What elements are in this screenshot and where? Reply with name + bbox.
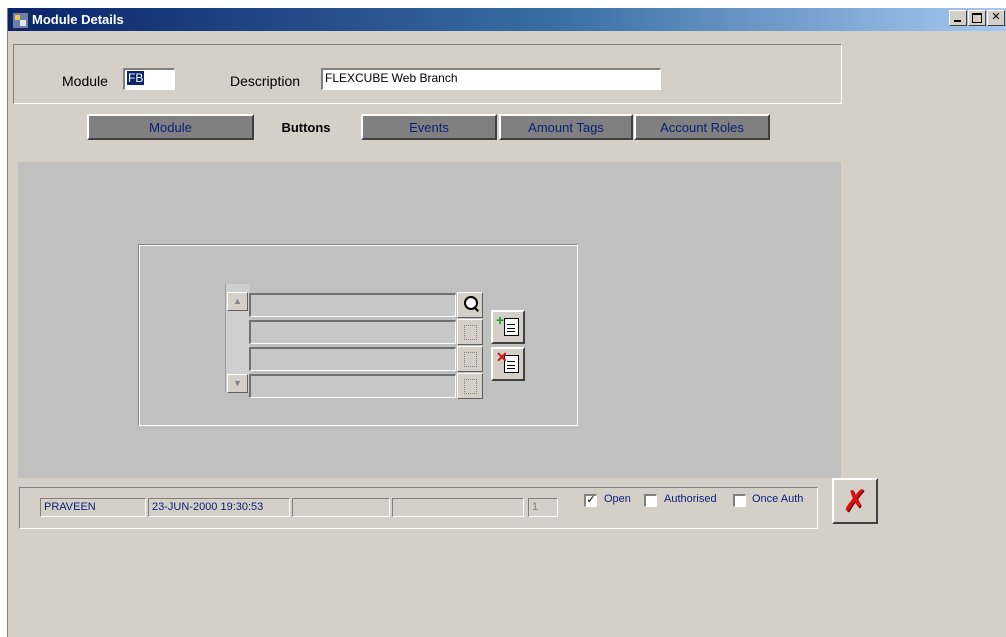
document-icon [504,318,519,336]
lov-placeholder-icon [464,379,477,394]
authorised-label: Authorised [664,493,717,505]
tab-module[interactable]: Module [87,114,254,140]
app-icon [12,12,29,29]
open-checkbox[interactable]: ✓ [584,494,597,507]
checker-id-field [292,498,390,517]
add-row-button[interactable]: + [491,310,525,344]
lov-button[interactable] [457,346,483,372]
authorised-checkbox[interactable] [644,494,657,507]
exit-button[interactable]: ✗ [832,478,878,524]
grid-row-field[interactable] [249,320,456,344]
maximize-button[interactable] [968,10,986,26]
module-label: Module [62,73,108,89]
scroll-down-button[interactable]: ▼ [227,374,248,393]
lov-search-button[interactable] [457,292,483,318]
minimize-icon [954,20,961,22]
maximize-icon [972,13,982,23]
grid-row-field[interactable] [249,347,456,371]
tab-buttons[interactable]: Buttons [254,114,358,140]
module-value: FB [127,71,145,85]
checker-timestamp-field [392,498,524,517]
window-title: Module Details [32,12,124,27]
lov-placeholder-icon [464,352,477,367]
add-icon: + [496,312,505,328]
minimize-button[interactable] [949,10,967,26]
modification-number-field: 1 [528,498,558,517]
lov-button[interactable] [457,319,483,345]
module-field[interactable]: FB [123,68,175,90]
lov-button[interactable] [457,373,483,399]
tab-account-roles[interactable]: Account Roles [634,114,770,140]
grid-row-field[interactable] [249,374,456,398]
delete-row-button[interactable]: ✕ [491,347,525,381]
once-auth-label: Once Auth [752,493,804,505]
tab-amount-tags[interactable]: Amount Tags [499,114,633,140]
description-field[interactable]: FLEXCUBE Web Branch [321,68,661,90]
open-label: Open [604,493,631,505]
maker-id-field: PRAVEEN [40,498,146,517]
tab-events[interactable]: Events [361,114,497,140]
once-auth-checkbox[interactable] [733,494,746,507]
delete-icon: ✕ [496,349,508,365]
close-icon: ✕ [991,11,1001,23]
close-button[interactable]: ✕ [987,10,1005,26]
scroll-up-button[interactable]: ▲ [227,292,248,311]
exit-icon: ✗ [842,483,868,519]
grid-scrollbar[interactable]: ▲ ▼ [225,284,250,393]
description-label: Description [230,73,301,89]
lov-placeholder-icon [464,325,477,340]
title-bar[interactable]: Module Details ✕ [8,8,1006,31]
maker-timestamp-field: 23-JUN-2000 19:30:53 [148,498,290,517]
grid-row-field[interactable] [249,293,456,317]
